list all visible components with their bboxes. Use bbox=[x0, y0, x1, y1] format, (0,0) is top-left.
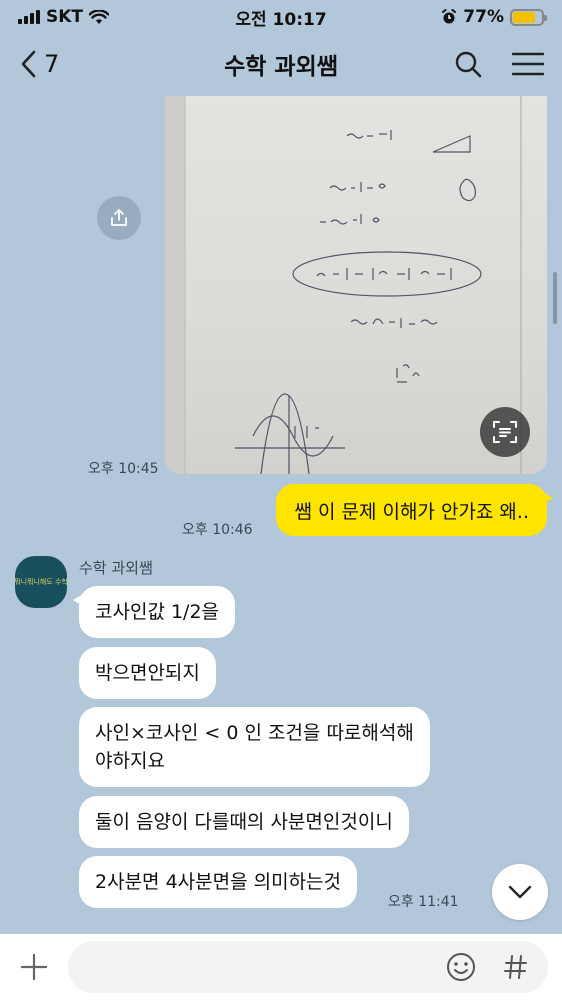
message-input[interactable] bbox=[88, 957, 418, 977]
scroll-down-button[interactable] bbox=[492, 864, 548, 920]
unread-count: 7 bbox=[44, 50, 60, 78]
back-button[interactable]: 7 bbox=[18, 49, 59, 79]
outgoing-message[interactable]: 쌤 이 문제 이해가 안가죠 왜.. bbox=[276, 484, 553, 536]
plus-icon bbox=[20, 953, 48, 981]
attach-button[interactable] bbox=[14, 953, 54, 981]
status-bar: SKT 오전 10:17 77% bbox=[0, 0, 562, 34]
chevron-left-icon bbox=[21, 50, 36, 78]
share-icon bbox=[111, 209, 127, 226]
chat-header: 7 수학 과외쌤 bbox=[0, 34, 562, 94]
sender-name: 수학 과외쌤 bbox=[79, 559, 153, 577]
search-icon[interactable] bbox=[454, 50, 482, 78]
incoming-time: 오후 11:41 bbox=[388, 894, 459, 910]
outgoing-time: 오후 10:46 bbox=[182, 522, 253, 538]
incoming-message[interactable]: 박으면안되지 bbox=[79, 647, 216, 699]
chevron-down-icon bbox=[508, 885, 532, 899]
text-scan-button[interactable] bbox=[480, 407, 530, 457]
scrollbar[interactable] bbox=[553, 272, 557, 324]
avatar[interactable]: 뭐니뭐니해도 수학 bbox=[15, 556, 67, 608]
text-scan-icon bbox=[493, 421, 517, 443]
battery-level bbox=[513, 11, 535, 23]
hashtag-icon[interactable] bbox=[504, 954, 528, 980]
header-actions bbox=[454, 50, 544, 78]
avatar-text: 뭐니뭐니해도 수학 bbox=[15, 578, 67, 586]
incoming-message[interactable]: 코사인값 1/2을 bbox=[72, 586, 236, 638]
incoming-message[interactable]: 둘이 음양이 다를때의 사분면인것이니 bbox=[79, 796, 409, 848]
emoji-icon[interactable] bbox=[446, 952, 476, 982]
share-button[interactable] bbox=[97, 196, 141, 240]
incoming-message[interactable]: 사인×코사인 < 0 인 조건을 따로해석해 야하지요 bbox=[79, 707, 430, 787]
photo-time: 오후 10:45 bbox=[88, 461, 159, 477]
hamburger-icon[interactable] bbox=[512, 51, 544, 77]
clock: 오전 10:17 bbox=[235, 9, 327, 30]
input-bar bbox=[0, 934, 562, 1000]
battery-icon bbox=[510, 8, 547, 26]
message-input-container bbox=[68, 941, 548, 993]
incoming-message[interactable]: 2사분면 4사분면을 의미하는것 bbox=[79, 856, 358, 908]
